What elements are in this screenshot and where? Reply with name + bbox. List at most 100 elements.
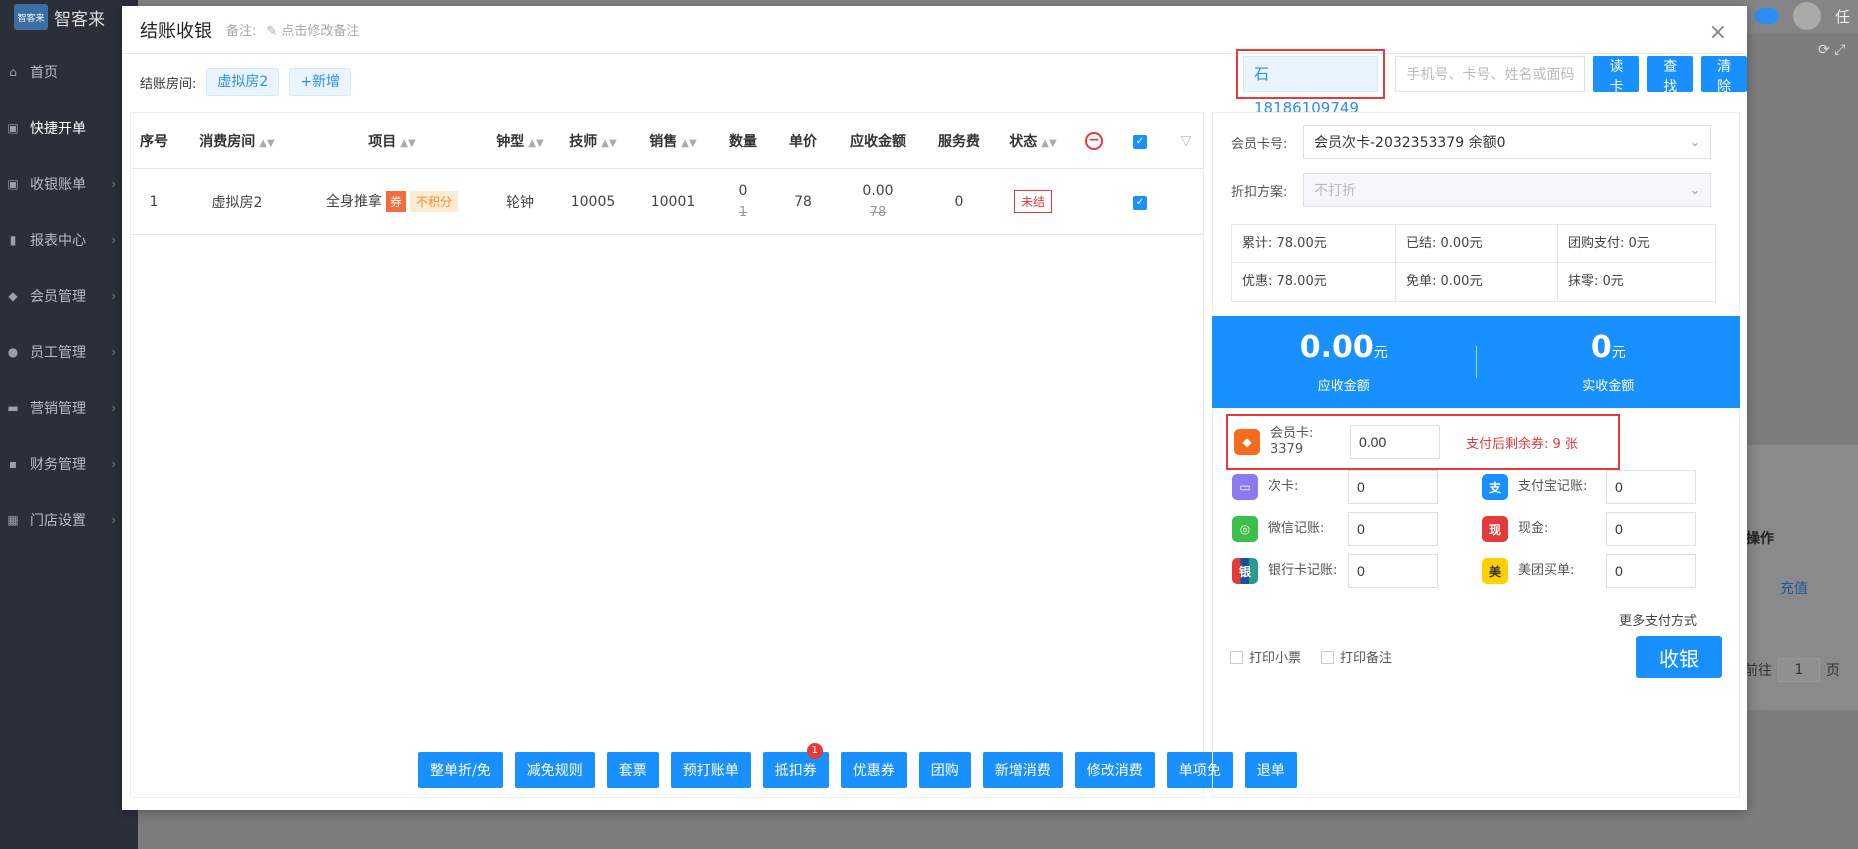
col-price: 单价 — [789, 133, 817, 150]
action-buttons: 整单折/免 减免规则 套票 预打账单 抵扣券 1 优惠券 团购 新增消费 修改消费… — [418, 743, 1297, 788]
avatar[interactable] — [1792, 2, 1821, 30]
row-checkbox[interactable]: ✓ — [1117, 193, 1163, 210]
col-status[interactable]: 状态 ▲▼ — [995, 131, 1071, 151]
remaining-coupons-text: 支付后剩余券: 9 张 — [1466, 436, 1578, 452]
add-room-button[interactable]: +新增 — [289, 68, 352, 96]
sidebar-item-reports[interactable]: ▮ 报表中心 › — [0, 212, 138, 268]
sidebar-item-finance[interactable]: ▪ 财务管理 › — [0, 436, 138, 492]
col-item[interactable]: 项目 ▲▼ — [297, 131, 487, 151]
col-clock[interactable]: 钟型 ▲▼ — [487, 131, 553, 151]
member-pay-input[interactable] — [1350, 425, 1440, 459]
summary-rounding: 抹零: 0元 — [1568, 274, 1624, 289]
sidebar-item-bills[interactable]: ▣ 收银账单 › — [0, 156, 138, 212]
col-room[interactable]: 消费房间 ▲▼ — [177, 131, 297, 151]
sidebar-item-home[interactable]: ⌂ 首页 — [0, 44, 138, 100]
remark-edit-link[interactable]: ✎ 点击修改备注 — [266, 20, 359, 39]
sort-icon[interactable]: ▲▼ — [400, 138, 415, 149]
sidebar-item-members[interactable]: ◆ 会员管理 › — [0, 268, 138, 324]
sort-icon[interactable]: ▲▼ — [1041, 138, 1056, 149]
no-points-badge: 不积分 — [410, 191, 459, 212]
qty-old-value: 1 — [738, 204, 748, 220]
modal-header: 结账收银 备注: ✎ 点击修改备注 — [122, 6, 1747, 54]
reduction-rules-button[interactable]: 减免规则 — [514, 752, 595, 788]
times-card-payment: ▭ 次卡: — [1232, 470, 1438, 504]
money-icon: ▪ — [8, 457, 18, 471]
print-receipt-option[interactable]: 打印小票 — [1230, 647, 1301, 666]
sort-icon[interactable]: ▲▼ — [259, 138, 274, 149]
col-sales[interactable]: 销售 ▲▼ — [633, 131, 713, 151]
print-remark-label: 打印备注 — [1340, 651, 1393, 666]
select-all-checkbox[interactable]: ✓ — [1117, 132, 1163, 149]
receivable-amount: 0.00 — [1299, 330, 1374, 365]
notification-badge: 1 — [806, 743, 823, 759]
times-card-input[interactable] — [1348, 470, 1438, 504]
member-pay-label-line1: 会员卡: — [1270, 426, 1314, 441]
alipay-input[interactable] — [1606, 470, 1696, 504]
sidebar-item-quick-order[interactable]: ▣ 快捷开单 — [0, 100, 138, 156]
sidebar-item-store-settings[interactable]: ▦ 门店设置 › — [0, 492, 138, 548]
remove-all-icon[interactable]: − — [1071, 131, 1117, 150]
read-card-button[interactable]: 读卡 — [1593, 56, 1640, 95]
refresh-icon[interactable]: ⟳ ⤢ — [1818, 42, 1845, 58]
chevron-right-icon: › — [111, 177, 116, 191]
cell-receivable: 0.00 78 — [833, 180, 923, 224]
group-buy-button[interactable]: 团购 — [918, 752, 971, 788]
whole-discount-button[interactable]: 整单折/免 — [418, 752, 503, 788]
alipay-icon: 支 — [1482, 474, 1508, 500]
member-card-select[interactable]: 会员次卡-2032353379 余额0 ⌄ — [1303, 125, 1711, 159]
sort-icon[interactable]: ▲▼ — [528, 138, 543, 149]
print-receipt-checkbox[interactable] — [1230, 651, 1243, 664]
discount-plan-select[interactable]: 不打折 ⌄ — [1303, 173, 1711, 207]
pre-print-bill-button[interactable]: 预打账单 — [670, 752, 751, 788]
app-name: 智客来 — [54, 9, 105, 30]
cell-tech: 10005 — [570, 193, 616, 210]
col-status-label: 状态 — [1009, 133, 1038, 150]
meituan-input[interactable] — [1606, 554, 1696, 588]
deduction-coupon-button[interactable]: 抵扣券 1 — [762, 743, 829, 788]
cash-input[interactable] — [1606, 512, 1696, 546]
col-tech[interactable]: 技师 ▲▼ — [553, 131, 633, 151]
print-remark-option[interactable]: 打印备注 — [1321, 647, 1392, 666]
checkout-button[interactable]: 收银 — [1636, 636, 1722, 678]
app-sidebar: 智客来 智客来 ⌂ 首页 ▣ 快捷开单 ▣ 收银账单 › ▮ 报表中心 › ◆ 会员管理 › ●… — [0, 0, 138, 849]
print-remark-checkbox[interactable] — [1321, 651, 1335, 664]
bg-recharge-link[interactable]: 充值 — [1780, 578, 1808, 598]
pager-page-input[interactable]: 1 — [1778, 658, 1820, 682]
find-button[interactable]: 查找 — [1647, 56, 1694, 95]
app-logo: 智客来 智客来 — [0, 0, 138, 34]
more-payment-link[interactable]: 更多支付方式 — [1619, 610, 1697, 629]
chevron-right-icon: › — [111, 401, 116, 415]
filter-icon[interactable]: ▽ — [1163, 133, 1209, 149]
cell-item: 全身推拿券不积分 — [297, 191, 487, 212]
receivable-old-value: 78 — [869, 204, 887, 220]
sidebar-item-staff[interactable]: ● 员工管理 › — [0, 324, 138, 380]
status-badge: 未结 — [1013, 190, 1052, 213]
table-row[interactable]: 1 虚拟房2 全身推拿券不积分 轮钟 10005 10001 0 1 78 0.… — [131, 169, 1203, 235]
member-search-input[interactable] — [1395, 56, 1586, 92]
clear-button[interactable]: 清除 — [1701, 56, 1747, 95]
card-icon: ▭ — [1232, 474, 1258, 500]
print-options: 打印小票 打印备注 — [1230, 647, 1392, 666]
wechat-input[interactable] — [1348, 512, 1438, 546]
cloud-icon[interactable] — [1754, 8, 1779, 24]
pager-goto-label: 前往 — [1744, 663, 1772, 679]
pager-unit-label: 页 — [1826, 663, 1840, 679]
add-consumption-button[interactable]: 新增消费 — [982, 752, 1063, 788]
sidebar-item-marketing[interactable]: ▬ 营销管理 › — [0, 380, 138, 436]
sort-icon[interactable]: ▲▼ — [601, 138, 616, 149]
coupon-button[interactable]: 优惠券 — [840, 752, 907, 788]
close-icon[interactable]: × — [1709, 22, 1727, 44]
room-tag[interactable]: 虚拟房2 — [206, 68, 280, 96]
user-initial[interactable]: 任 — [1835, 6, 1850, 27]
member-search-area: 石 18186109749 读卡 查找 清除 — [1236, 49, 1747, 117]
item-name: 全身推拿 — [325, 194, 382, 210]
edit-consumption-button[interactable]: 修改消费 — [1074, 752, 1155, 788]
discount-plan-label: 折扣方案: — [1231, 184, 1288, 200]
sidebar-item-label: 员工管理 — [30, 345, 86, 361]
package-ticket-button[interactable]: 套票 — [606, 752, 659, 788]
member-phone-chip[interactable]: 石 18186109749 — [1243, 56, 1379, 117]
sidebar-item-label: 营销管理 — [30, 401, 86, 417]
member-card-icon: ◆ — [1234, 429, 1260, 455]
sort-icon[interactable]: ▲▼ — [681, 138, 696, 149]
bankcard-input[interactable] — [1348, 554, 1438, 588]
